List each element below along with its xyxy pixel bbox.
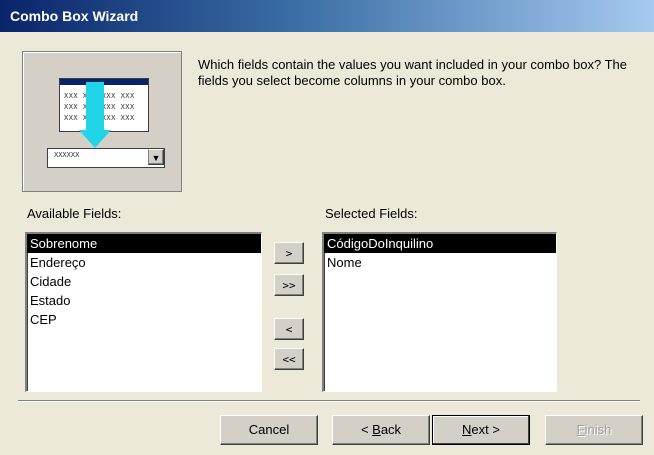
title-bar[interactable]: Combo Box Wizard [0, 0, 654, 32]
finish-button: Finish [545, 415, 643, 445]
next-button-rest: ext > [471, 422, 500, 437]
window-title: Combo Box Wizard [10, 8, 139, 24]
table-header-bar [60, 79, 148, 85]
down-arrow-head-icon [79, 130, 111, 148]
dropdown-arrow-icon: ▼ [148, 149, 164, 165]
list-item[interactable]: Sobrenome [27, 234, 261, 253]
table-sheet-graphic: XXX XXX XXX XXX XXX XXX XXX XXX XXX XXX … [59, 78, 149, 132]
list-item[interactable]: Cidade [27, 272, 261, 291]
back-button-prefix: < [360, 422, 373, 437]
wizard-illustration: XXX XXX XXX XXX XXX XXX XXX XXX XXX XXX … [22, 51, 182, 192]
footer-separator [18, 400, 640, 402]
down-arrow-icon [86, 82, 104, 132]
list-item[interactable]: Nome [324, 253, 556, 272]
back-button-mnemonic: B [372, 422, 381, 437]
next-button-mnemonic: N [462, 422, 472, 437]
selected-fields-list[interactable]: CódigoDoInquilino Nome [322, 232, 557, 392]
instructions-text: Which fields contain the values you want… [198, 57, 628, 88]
combo-graphic-text: XXXXXX [54, 151, 80, 159]
list-item[interactable]: Endereço [27, 253, 261, 272]
selected-fields-label: Selected Fields: [325, 206, 418, 221]
combo-box-graphic: XXXXXX ▼ [47, 148, 165, 168]
add-field-button[interactable]: > [274, 242, 304, 264]
list-item[interactable]: CEP [27, 310, 261, 329]
cells-row-1: XXX XXX XXX XXX [64, 92, 135, 100]
remove-field-button[interactable]: < [274, 318, 304, 340]
cancel-button[interactable]: Cancel [220, 415, 318, 445]
list-item[interactable]: CódigoDoInquilino [324, 234, 556, 253]
add-all-fields-button[interactable]: >> [274, 274, 304, 296]
next-button[interactable]: Next > [432, 415, 530, 445]
cells-row-3: XXX XXX XXX XXX [64, 114, 135, 122]
finish-button-rest: inish [584, 422, 612, 437]
cancel-button-label: Cancel [248, 422, 290, 437]
back-button[interactable]: < Back [332, 415, 430, 445]
cells-row-2: XXX XXX XXX XXX [64, 103, 135, 111]
available-fields-list[interactable]: Sobrenome Endereço Cidade Estado CEP [25, 232, 262, 392]
available-fields-label: Available Fields: [27, 206, 122, 221]
back-button-rest: ack [380, 422, 402, 437]
remove-all-fields-button[interactable]: << [274, 348, 304, 370]
finish-button-mnemonic: F [576, 422, 585, 437]
table-cells: XXX XXX XXX XXX XXX XXX XXX XXX XXX XXX … [64, 91, 144, 127]
list-item[interactable]: Estado [27, 291, 261, 310]
